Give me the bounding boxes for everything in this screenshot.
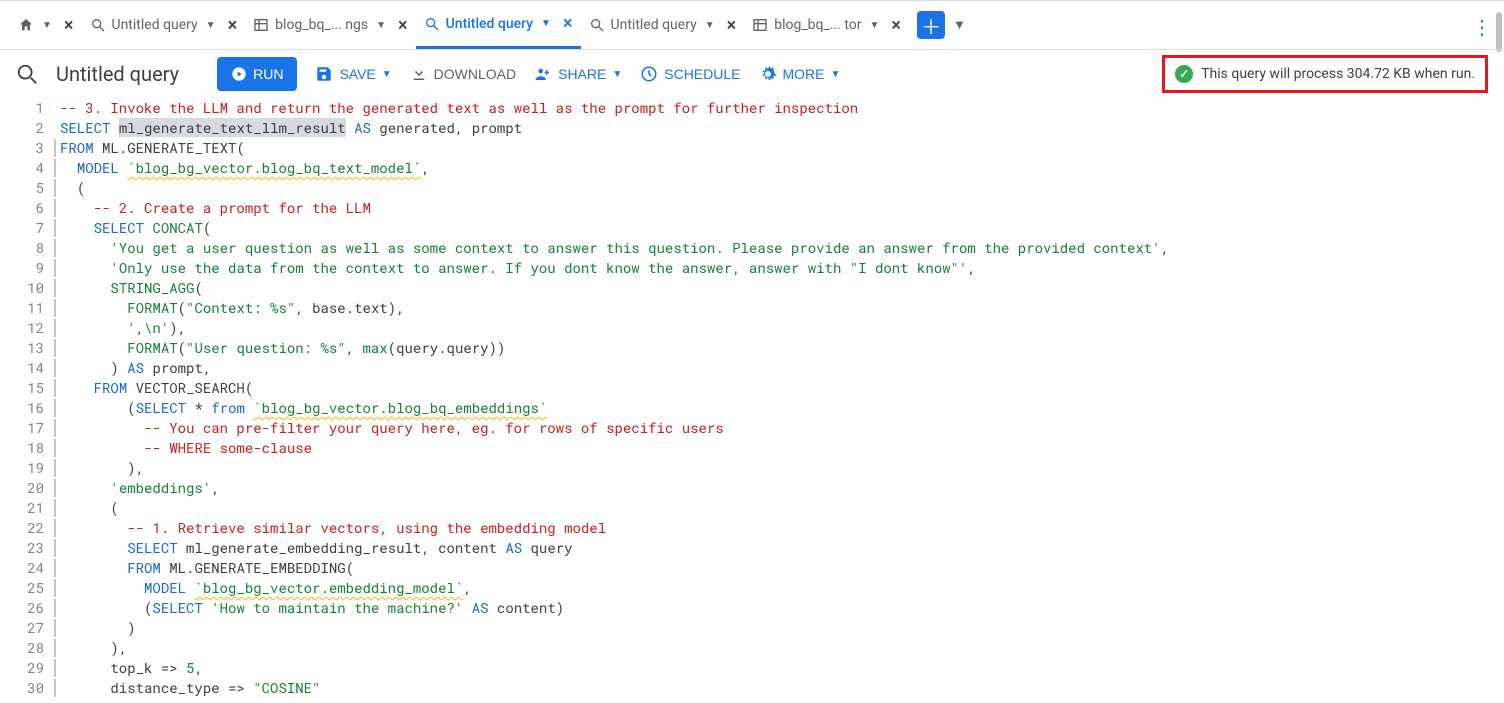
more-button[interactable]: MORE ▼ <box>759 65 841 83</box>
home-icon <box>18 17 34 33</box>
close-icon[interactable]: × <box>394 15 408 36</box>
schedule-icon <box>640 65 658 83</box>
status-text: This query will process 304.72 KB when r… <box>1201 66 1475 82</box>
save-label: SAVE <box>339 66 375 82</box>
chevron-down-icon: ▼ <box>382 69 392 80</box>
download-label: DOWNLOAD <box>434 66 516 82</box>
code-line[interactable]: -- You can pre-filter your query here, e… <box>60 418 1504 438</box>
code-line[interactable]: ), <box>60 638 1504 658</box>
table-icon <box>253 17 269 33</box>
tab-table-1[interactable]: blog_bq_... ngs ▼ × <box>245 1 415 49</box>
code-line[interactable]: STRING_AGG( <box>60 278 1504 298</box>
save-icon <box>315 65 333 83</box>
tab-untitled-1[interactable]: Untitled query ▼ × <box>82 1 246 49</box>
code-line[interactable]: 'You get a user question as well as some… <box>60 238 1504 258</box>
code-line[interactable]: (SELECT * from `blog_bg_vector.blog_bq_e… <box>60 398 1504 418</box>
sql-editor[interactable]: 1234567891011121314151617181920212223242… <box>0 98 1504 703</box>
share-label: SHARE <box>558 66 606 82</box>
code-line[interactable]: FROM VECTOR_SEARCH( <box>60 378 1504 398</box>
tab-untitled-3[interactable]: Untitled query ▼ × <box>581 1 745 49</box>
validation-status: ✓ This query will process 304.72 KB when… <box>1162 55 1488 93</box>
download-icon <box>410 65 428 83</box>
query-title[interactable]: Untitled query <box>56 62 179 86</box>
chevron-down-icon: ▼ <box>831 69 841 80</box>
chevron-down-icon: ▼ <box>539 18 553 29</box>
chevron-down-icon: ▼ <box>612 69 622 80</box>
code-line[interactable]: ) AS prompt, <box>60 358 1504 378</box>
run-label: RUN <box>253 66 283 82</box>
chevron-down-icon: ▼ <box>40 20 54 31</box>
query-icon <box>424 16 440 32</box>
code-line[interactable]: -- 2. Create a prompt for the LLM <box>60 198 1504 218</box>
code-line[interactable]: 'Only use the data from the context to a… <box>60 258 1504 278</box>
gear-icon <box>759 65 777 83</box>
play-icon <box>231 66 247 82</box>
tab-strip: ▼ × Untitled query ▼ × blog_bq_... ngs ▼… <box>0 0 1504 50</box>
code-line[interactable]: SELECT ml_generate_embedding_result, con… <box>60 538 1504 558</box>
check-icon: ✓ <box>1175 65 1193 83</box>
chevron-down-icon: ▼ <box>703 20 717 31</box>
code-line[interactable]: -- 1. Retrieve similar vectors, using th… <box>60 518 1504 538</box>
tab-table-2[interactable]: blog_bq_... tor ▼ × <box>744 1 909 49</box>
toolbar: Untitled query RUN SAVE ▼ DOWNLOAD SHARE… <box>0 50 1504 98</box>
query-icon <box>90 17 106 33</box>
code-line[interactable]: (SELECT 'How to maintain the machine?' A… <box>60 598 1504 618</box>
code-line[interactable]: ), <box>60 458 1504 478</box>
code-line[interactable]: FORMAT("User question: %s", max(query.qu… <box>60 338 1504 358</box>
add-tab-button[interactable]: ＋ <box>917 11 945 39</box>
code-line[interactable]: FROM ML.GENERATE_EMBEDDING( <box>60 558 1504 578</box>
share-icon <box>534 65 552 83</box>
close-icon[interactable]: × <box>559 13 573 34</box>
line-gutter: 1234567891011121314151617181920212223242… <box>0 98 56 703</box>
code-line[interactable]: FORMAT("Context: %s", base.text), <box>60 298 1504 318</box>
code-line[interactable]: SELECT CONCAT( <box>60 218 1504 238</box>
tab-label: blog_bq_... ngs <box>275 17 368 33</box>
tab-label: blog_bq_... tor <box>774 17 861 33</box>
code-line[interactable]: -- 3. Invoke the LLM and return the gene… <box>60 98 1504 118</box>
close-icon[interactable]: × <box>224 15 238 36</box>
code-line[interactable]: MODEL `blog_bg_vector.embedding_model`, <box>60 578 1504 598</box>
tab-label: Untitled query <box>611 17 697 33</box>
search-icon[interactable] <box>16 63 38 85</box>
more-label: MORE <box>783 66 825 82</box>
schedule-button[interactable]: SCHEDULE <box>640 65 740 83</box>
code-line[interactable]: ( <box>60 178 1504 198</box>
chevron-down-icon: ▼ <box>204 20 218 31</box>
chevron-down-icon: ▼ <box>374 20 388 31</box>
close-icon[interactable]: × <box>723 15 737 36</box>
code-area[interactable]: -- 3. Invoke the LLM and return the gene… <box>56 98 1504 703</box>
add-tab-menu[interactable]: ▼ <box>953 17 966 33</box>
save-button[interactable]: SAVE ▼ <box>315 65 391 83</box>
code-line[interactable]: ',\n'), <box>60 318 1504 338</box>
code-line[interactable]: 'embeddings', <box>60 478 1504 498</box>
code-line[interactable]: distance_type => "COSINE" <box>60 678 1504 698</box>
code-line[interactable]: SELECT ml_generate_text_llm_result AS ge… <box>60 118 1504 138</box>
share-button[interactable]: SHARE ▼ <box>534 65 622 83</box>
tab-label: Untitled query <box>446 16 533 32</box>
query-icon <box>589 17 605 33</box>
overflow-menu[interactable]: ⋮ <box>1472 15 1492 39</box>
tab-untitled-active[interactable]: Untitled query ▼ × <box>416 1 581 49</box>
code-line[interactable]: top_k => 5, <box>60 658 1504 678</box>
code-line[interactable]: FROM ML.GENERATE_TEXT( <box>60 138 1504 158</box>
download-button[interactable]: DOWNLOAD <box>410 65 516 83</box>
table-icon <box>752 17 768 33</box>
code-line[interactable]: -- WHERE some-clause <box>60 438 1504 458</box>
code-line[interactable]: ( <box>60 498 1504 518</box>
close-icon[interactable]: × <box>887 15 901 36</box>
run-button[interactable]: RUN <box>217 57 297 91</box>
tab-label: Untitled query <box>112 17 198 33</box>
code-line[interactable]: MODEL `blog_bg_vector.blog_bq_text_model… <box>60 158 1504 178</box>
tab-home[interactable]: ▼ × <box>10 1 82 49</box>
schedule-label: SCHEDULE <box>664 66 740 82</box>
chevron-down-icon: ▼ <box>867 20 881 31</box>
code-line[interactable]: ) <box>60 618 1504 638</box>
close-icon[interactable]: × <box>60 15 74 36</box>
